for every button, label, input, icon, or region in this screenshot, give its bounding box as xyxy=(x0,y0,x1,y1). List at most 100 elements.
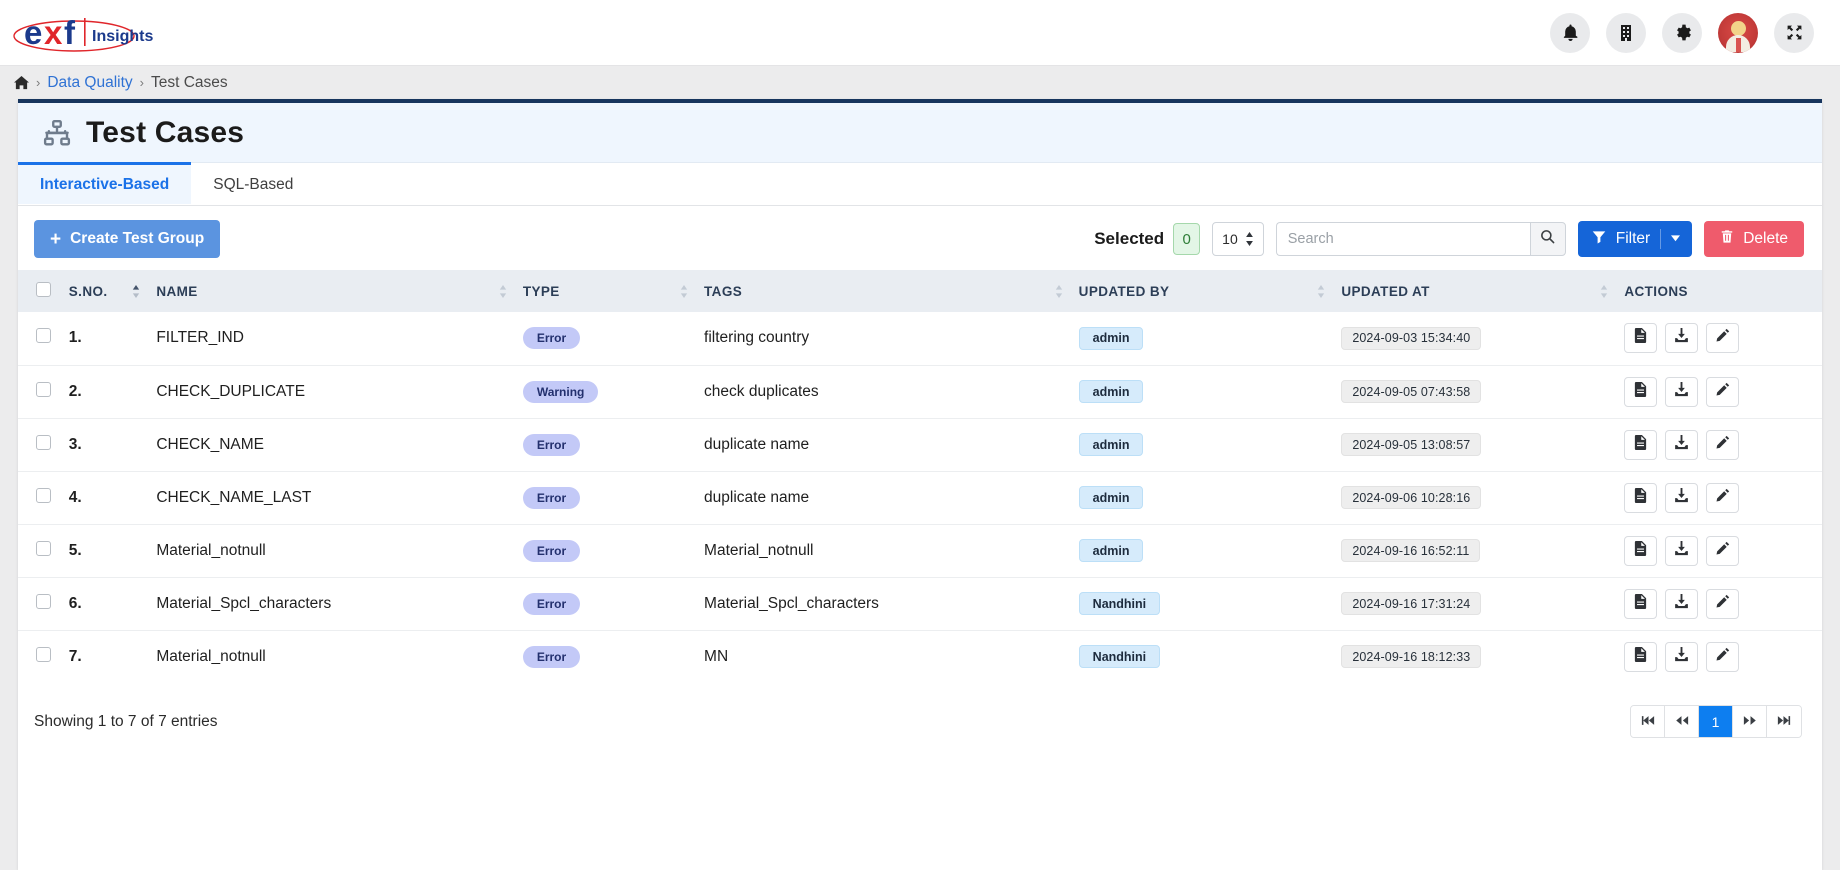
view-report-button[interactable] xyxy=(1624,588,1658,619)
view-report-button[interactable] xyxy=(1624,482,1658,513)
header-sno[interactable]: S.NO. xyxy=(63,270,151,312)
user-badge: admin xyxy=(1078,380,1144,403)
pager-last[interactable] xyxy=(1767,706,1801,737)
cell-actions xyxy=(1618,524,1822,577)
download-icon xyxy=(1674,328,1689,348)
pager-page-1[interactable]: 1 xyxy=(1699,706,1733,737)
tab-sql-based[interactable]: SQL-Based xyxy=(191,162,315,204)
home-icon[interactable] xyxy=(14,75,29,90)
row-checkbox[interactable] xyxy=(36,646,51,662)
page-size-select[interactable]: 10 xyxy=(1212,222,1264,256)
header-updated-by[interactable]: UPDATED BY xyxy=(1073,270,1336,312)
view-report-icon xyxy=(1633,593,1648,614)
notifications-icon[interactable] xyxy=(1550,12,1590,53)
table-footer: Showing 1 to 7 of 7 entries 1 xyxy=(18,683,1822,738)
row-checkbox[interactable] xyxy=(36,328,51,344)
selected-count-badge: 0 xyxy=(1173,223,1201,255)
row-checkbox[interactable] xyxy=(36,434,51,450)
row-select-cell xyxy=(18,471,63,524)
edit-button[interactable] xyxy=(1706,323,1740,354)
svg-text:e: e xyxy=(24,14,42,51)
edit-button[interactable] xyxy=(1706,482,1740,513)
view-report-button[interactable] xyxy=(1624,429,1658,460)
pager-first[interactable] xyxy=(1631,706,1665,737)
header-type[interactable]: TYPE xyxy=(517,270,698,312)
download-button[interactable] xyxy=(1665,323,1699,354)
user-badge: admin xyxy=(1078,433,1144,456)
chevron-down-icon[interactable] xyxy=(1671,234,1681,244)
view-report-icon xyxy=(1633,328,1648,348)
view-report-button[interactable] xyxy=(1624,535,1658,566)
table-body: 1. FILTER_IND Error filtering country ad… xyxy=(18,312,1822,683)
row-action-group xyxy=(1624,588,1816,619)
header-name-label: NAME xyxy=(156,283,198,299)
create-test-group-button[interactable]: + Create Test Group xyxy=(34,220,221,258)
edit-icon xyxy=(1715,488,1730,508)
breadcrumb-link-data-quality[interactable]: Data Quality xyxy=(47,74,132,92)
header-actions: ACTIONS xyxy=(1618,270,1822,312)
edit-button[interactable] xyxy=(1706,641,1740,672)
pager-prev[interactable] xyxy=(1665,706,1699,737)
row-checkbox[interactable] xyxy=(36,487,51,503)
row-select-cell xyxy=(18,365,63,418)
fullscreen-icon[interactable] xyxy=(1774,12,1814,53)
download-button[interactable] xyxy=(1665,588,1699,619)
row-checkbox[interactable] xyxy=(36,381,51,397)
download-button[interactable] xyxy=(1665,535,1699,566)
row-select-cell xyxy=(18,630,63,683)
search-box xyxy=(1275,222,1566,256)
sort-icon-tags[interactable] xyxy=(1055,284,1063,298)
user-avatar[interactable] xyxy=(1718,12,1758,53)
view-report-button[interactable] xyxy=(1624,376,1658,407)
pager-next[interactable] xyxy=(1733,706,1767,737)
delete-button[interactable]: Delete xyxy=(1704,221,1804,257)
app-logo[interactable]: e x f Insights xyxy=(8,10,162,56)
cell-name: Material_notnull xyxy=(156,541,266,559)
view-report-button[interactable] xyxy=(1624,323,1658,354)
download-icon xyxy=(1674,593,1689,614)
sort-icon-updated-by[interactable] xyxy=(1317,284,1325,298)
cell-sno: 5. xyxy=(68,541,82,559)
edit-button[interactable] xyxy=(1706,588,1740,619)
header-tags[interactable]: TAGS xyxy=(698,270,1073,312)
status-badge: Error xyxy=(522,592,581,615)
timestamp-badge: 2024-09-06 10:28:16 xyxy=(1341,486,1482,509)
download-button[interactable] xyxy=(1665,376,1699,407)
sort-icon-name[interactable] xyxy=(499,284,507,298)
edit-icon xyxy=(1715,435,1730,455)
download-button[interactable] xyxy=(1665,482,1699,513)
cell-updated-at: 2024-09-05 13:08:57 xyxy=(1335,418,1618,471)
view-report-button[interactable] xyxy=(1624,641,1658,672)
cell-updated-by: admin xyxy=(1073,312,1336,365)
chevron-updown-icon xyxy=(1245,232,1254,246)
header-name[interactable]: NAME xyxy=(150,270,517,312)
tab-interactive-based[interactable]: Interactive-Based xyxy=(18,162,192,204)
search-input[interactable] xyxy=(1275,222,1530,256)
settings-icon[interactable] xyxy=(1662,12,1702,53)
sort-icon-sno[interactable] xyxy=(132,284,140,298)
search-button[interactable] xyxy=(1529,222,1566,256)
organization-icon[interactable] xyxy=(1606,12,1646,53)
cell-name: Material_notnull xyxy=(156,647,266,665)
timestamp-badge: 2024-09-03 15:34:40 xyxy=(1341,326,1482,350)
sort-icon-type[interactable] xyxy=(680,284,688,298)
row-checkbox[interactable] xyxy=(36,593,51,609)
edit-button[interactable] xyxy=(1706,429,1740,460)
cell-name: CHECK_NAME xyxy=(156,435,264,453)
header-updated-at[interactable]: UPDATED AT xyxy=(1335,270,1618,312)
filter-divider xyxy=(1660,229,1662,249)
download-button[interactable] xyxy=(1665,641,1699,672)
sort-icon-updated-at[interactable] xyxy=(1600,284,1608,298)
row-checkbox[interactable] xyxy=(36,540,51,556)
select-all-checkbox[interactable] xyxy=(36,282,51,297)
edit-icon xyxy=(1715,647,1730,667)
trash-icon xyxy=(1720,229,1734,249)
edit-button[interactable] xyxy=(1706,535,1740,566)
view-report-icon xyxy=(1633,487,1648,508)
filter-button[interactable]: Filter xyxy=(1577,221,1693,257)
download-button[interactable] xyxy=(1665,429,1699,460)
showing-entries-text: Showing 1 to 7 of 7 entries xyxy=(34,712,218,730)
edit-button[interactable] xyxy=(1706,376,1740,407)
delete-label: Delete xyxy=(1743,230,1788,247)
cell-updated-at: 2024-09-16 16:52:11 xyxy=(1335,524,1618,577)
